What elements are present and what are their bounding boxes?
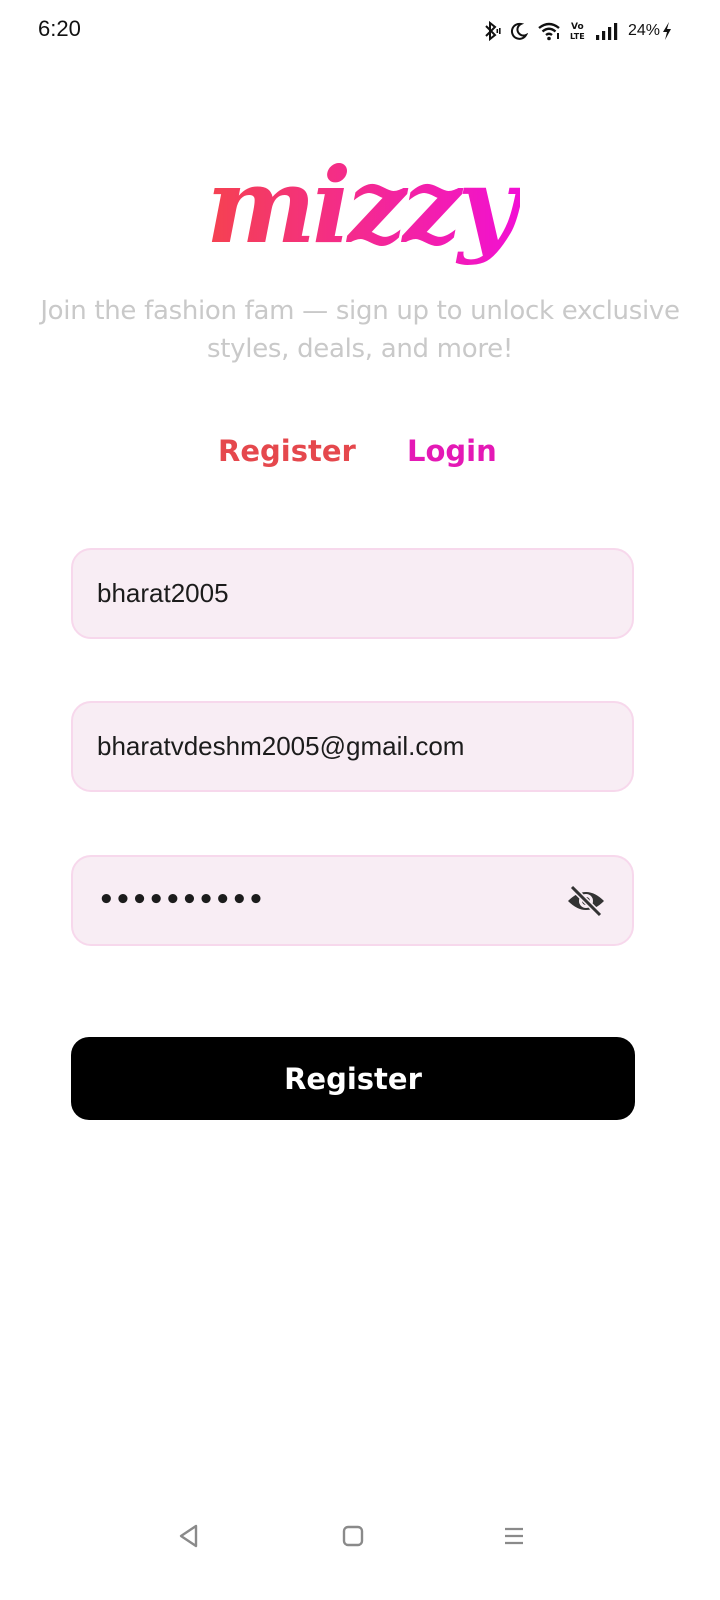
charging-bolt-icon bbox=[662, 22, 672, 40]
wifi-icon bbox=[537, 21, 561, 41]
password-field[interactable]: •••••••••• bbox=[71, 855, 634, 946]
brand-logo: mizzy bbox=[0, 150, 720, 275]
status-time: 6:20 bbox=[38, 16, 81, 41]
bluetooth-icon bbox=[481, 20, 501, 42]
volte-icon: Vo LTE bbox=[570, 20, 586, 42]
auth-tabs: Register Login bbox=[0, 434, 720, 478]
tagline: Join the fashion fam — sign up to unlock… bbox=[40, 296, 680, 364]
status-icons: Vo LTE 24% bbox=[481, 18, 672, 44]
signal-icon bbox=[595, 22, 619, 40]
status-bar: 6:20 Vo LTE 24% bbox=[0, 0, 720, 62]
battery-percent: 24% bbox=[627, 22, 660, 39]
tab-login[interactable]: Login bbox=[407, 434, 497, 468]
email-field-container bbox=[71, 701, 634, 792]
logo-text: mizzy bbox=[206, 150, 520, 267]
username-field-container bbox=[71, 548, 634, 639]
do-not-disturb-moon-icon bbox=[510, 22, 528, 40]
username-field[interactable] bbox=[97, 550, 557, 637]
recents-menu-icon[interactable] bbox=[496, 1518, 532, 1554]
email-field[interactable] bbox=[97, 703, 557, 790]
back-triangle-icon[interactable] bbox=[171, 1518, 207, 1554]
register-button[interactable]: Register bbox=[71, 1037, 635, 1120]
system-nav-bar bbox=[0, 1500, 720, 1600]
eye-off-icon[interactable] bbox=[566, 883, 606, 919]
battery-indicator: 24% bbox=[628, 22, 672, 40]
tab-register[interactable]: Register bbox=[218, 434, 356, 468]
home-square-icon[interactable] bbox=[335, 1518, 371, 1554]
password-masked-value: •••••••••• bbox=[98, 885, 265, 915]
svg-text:Vo: Vo bbox=[571, 22, 584, 32]
svg-text:LTE: LTE bbox=[570, 32, 585, 41]
